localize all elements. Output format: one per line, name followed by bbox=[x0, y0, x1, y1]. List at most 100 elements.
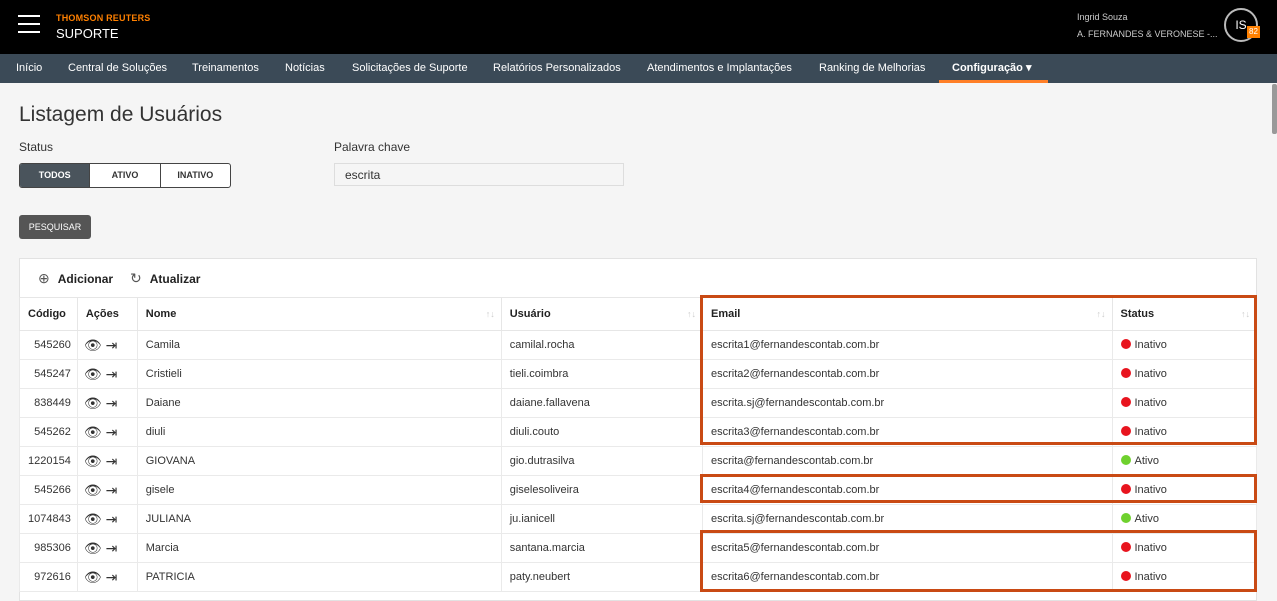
cell-acoes: 👁 ⇥ bbox=[76, 533, 138, 563]
search-button[interactable]: PESQUISAR bbox=[19, 215, 91, 239]
logout-icon[interactable]: ⇥ bbox=[106, 337, 118, 354]
cell-status: Inativo bbox=[1111, 562, 1257, 592]
cell-usuario: ju.ianicell bbox=[500, 504, 704, 534]
cell-email: escrita@fernandescontab.com.br bbox=[702, 446, 1113, 476]
col-header-codigo[interactable]: Código bbox=[19, 297, 78, 331]
eye-icon[interactable]: 👁 bbox=[84, 395, 102, 412]
table-header-row: Código Ações Nome ↑↓ Usuário ↑↓ Email ↑↓ St… bbox=[19, 297, 1257, 331]
status-text: Inativo bbox=[1134, 542, 1167, 554]
eye-icon[interactable]: 👁 bbox=[84, 366, 102, 383]
cell-email: escrita3@fernandescontab.com.br bbox=[702, 417, 1113, 447]
col-header-nome[interactable]: Nome ↑↓ bbox=[136, 297, 502, 331]
logout-icon[interactable]: ⇥ bbox=[106, 511, 118, 528]
cell-email: escrita5@fernandescontab.com.br bbox=[702, 533, 1113, 563]
status-text: Ativo bbox=[1134, 455, 1159, 467]
table-row[interactable]: 545266 👁 ⇥ gisele giselesoliveira escrita4@fe… bbox=[19, 475, 1257, 505]
nav-solicitacoes[interactable]: Solicitações de Suporte bbox=[352, 54, 468, 83]
nav-noticias[interactable]: Notícias bbox=[285, 54, 325, 83]
cell-acoes: 👁 ⇥ bbox=[76, 446, 138, 476]
cell-codigo: 985306 bbox=[19, 533, 78, 563]
table-row[interactable]: 545247 👁 ⇥ Cristieli tieli.coimbra escrita2@f… bbox=[19, 359, 1257, 389]
eye-icon[interactable]: 👁 bbox=[84, 424, 102, 441]
cell-usuario: daiane.fallavena bbox=[500, 388, 704, 418]
nav-atendimentos[interactable]: Atendimentos e Implantações bbox=[647, 54, 792, 83]
logout-icon[interactable]: ⇥ bbox=[106, 395, 118, 412]
cell-usuario: santana.marcia bbox=[500, 533, 704, 563]
cell-acoes: 👁 ⇥ bbox=[76, 475, 138, 505]
cell-nome: Camila bbox=[136, 330, 502, 360]
table-row[interactable]: 1220154 👁 ⇥ GIOVANA gio.dutrasilva escrita@fe… bbox=[19, 446, 1257, 476]
col-header-status[interactable]: Status ↑↓ bbox=[1111, 297, 1257, 331]
logout-icon[interactable]: ⇥ bbox=[106, 540, 118, 557]
sort-icon[interactable]: ↑↓ bbox=[687, 309, 696, 319]
eye-icon[interactable]: 👁 bbox=[84, 453, 102, 470]
logout-icon[interactable]: ⇥ bbox=[106, 569, 118, 586]
add-label: Adicionar bbox=[57, 272, 114, 286]
logout-icon[interactable]: ⇥ bbox=[106, 482, 118, 499]
cell-email: escrita1@fernandescontab.com.br bbox=[702, 330, 1113, 360]
cell-nome: Cristieli bbox=[136, 359, 502, 389]
sort-icon[interactable]: ↑↓ bbox=[1097, 309, 1106, 319]
top-bar: THOMSON REUTERS SUPORTE Ingrid Souza A. … bbox=[0, 0, 1277, 54]
sort-icon[interactable]: ↑↓ bbox=[1241, 309, 1250, 319]
brand-logo[interactable]: THOMSON REUTERS bbox=[56, 13, 151, 23]
status-text: Inativo bbox=[1134, 571, 1167, 583]
cell-codigo: 545260 bbox=[19, 330, 78, 360]
keyword-label: Palavra chave bbox=[334, 140, 411, 154]
nav-ranking[interactable]: Ranking de Melhorias bbox=[819, 54, 925, 83]
cell-nome: PATRICIA bbox=[136, 562, 502, 592]
nav-treinamentos[interactable]: Treinamentos bbox=[192, 54, 259, 83]
cell-nome: JULIANA bbox=[136, 504, 502, 534]
nav-central-solucoes[interactable]: Central de Soluções bbox=[68, 54, 167, 83]
cell-status: Inativo bbox=[1111, 330, 1257, 360]
nav-configuracao[interactable]: Configuração ▾ bbox=[952, 54, 1031, 83]
cell-nome: Marcia bbox=[136, 533, 502, 563]
logout-icon[interactable]: ⇥ bbox=[106, 366, 118, 383]
cell-acoes: 👁 ⇥ bbox=[76, 359, 138, 389]
eye-icon[interactable]: 👁 bbox=[84, 511, 102, 528]
status-dot bbox=[1120, 368, 1131, 378]
cell-usuario: diuli.couto bbox=[500, 417, 704, 447]
status-text: Ativo bbox=[1134, 513, 1159, 525]
menu-icon[interactable] bbox=[18, 15, 40, 33]
cell-usuario: giselesoliveira bbox=[500, 475, 704, 505]
cell-email: escrita2@fernandescontab.com.br bbox=[702, 359, 1113, 389]
eye-icon[interactable]: 👁 bbox=[84, 337, 102, 354]
sort-icon[interactable]: ↑↓ bbox=[486, 309, 495, 319]
table-row[interactable]: 985306 👁 ⇥ Marcia santana.marcia escrita5@fer… bbox=[19, 533, 1257, 563]
table-row[interactable]: 972616 👁 ⇥ PATRICIA paty.neubert escrita6@fer… bbox=[19, 562, 1257, 592]
table-row[interactable]: 545262 👁 ⇥ diuli diuli.couto escrita3@fernand… bbox=[19, 417, 1257, 447]
col-header-usuario[interactable]: Usuário ↑↓ bbox=[500, 297, 704, 331]
status-option-ativo[interactable]: ATIVO bbox=[90, 164, 161, 187]
status-option-todos[interactable]: TODOS bbox=[20, 164, 91, 187]
logout-icon[interactable]: ⇥ bbox=[106, 453, 118, 470]
cell-nome: diuli bbox=[136, 417, 502, 447]
cell-status: Inativo bbox=[1111, 475, 1257, 505]
eye-icon[interactable]: 👁 bbox=[84, 540, 102, 557]
cell-codigo: 545262 bbox=[19, 417, 78, 447]
status-option-inativo[interactable]: INATIVO bbox=[161, 164, 230, 187]
eye-icon[interactable]: 👁 bbox=[84, 482, 102, 499]
cell-usuario: gio.dutrasilva bbox=[500, 446, 704, 476]
table-row[interactable]: 1074843 👁 ⇥ JULIANA ju.ianicell escrita.sj@fe… bbox=[19, 504, 1257, 534]
logout-icon[interactable]: ⇥ bbox=[106, 424, 118, 441]
status-dot bbox=[1120, 339, 1131, 349]
brand-subtitle[interactable]: SUPORTE bbox=[56, 26, 119, 41]
refresh-button[interactable]: ↻ Atualizar bbox=[130, 270, 200, 287]
nav-inicio[interactable]: Início bbox=[16, 54, 42, 83]
cell-nome: Daiane bbox=[136, 388, 502, 418]
add-button[interactable]: ⊕ Adicionar bbox=[38, 270, 113, 287]
cell-nome: GIOVANA bbox=[136, 446, 502, 476]
table-row[interactable]: 838449 👁 ⇥ Daiane daiane.fallavena escrita.sj… bbox=[19, 388, 1257, 418]
notification-badge[interactable]: 82 bbox=[1247, 26, 1260, 38]
add-circle-icon: ⊕ bbox=[38, 270, 50, 286]
status-text: Inativo bbox=[1134, 484, 1167, 496]
table-row[interactable]: 545260 👁 ⇥ Camila camilal.rocha escrita1@fern… bbox=[19, 330, 1257, 360]
col-header-email[interactable]: Email ↑↓ bbox=[702, 297, 1113, 331]
cell-codigo: 1220154 bbox=[19, 446, 78, 476]
cell-codigo: 545266 bbox=[19, 475, 78, 505]
nav-relatorios[interactable]: Relatórios Personalizados bbox=[493, 54, 621, 83]
keyword-input[interactable]: escrita bbox=[334, 163, 624, 186]
eye-icon[interactable]: 👁 bbox=[84, 569, 102, 586]
page-scrollbar[interactable] bbox=[1272, 84, 1277, 134]
